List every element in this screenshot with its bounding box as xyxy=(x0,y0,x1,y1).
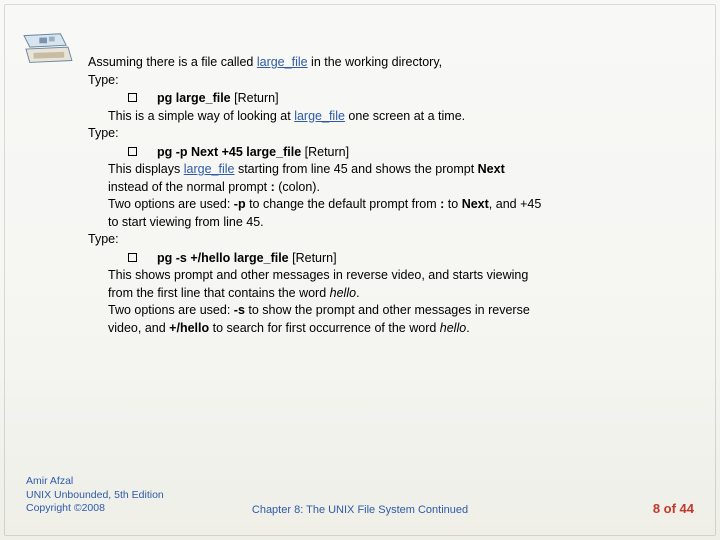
text: pg -s +/hello large_file xyxy=(157,251,289,265)
text: [Return] xyxy=(231,91,279,105)
text: to search for first occurrence of the wo… xyxy=(209,321,440,335)
square-bullet-icon xyxy=(128,253,137,262)
slide-body: Assuming there is a file called large_fi… xyxy=(88,54,690,337)
square-bullet-icon xyxy=(128,93,137,102)
text: Two options are used: xyxy=(108,303,234,317)
command-text: pg large_file [Return] xyxy=(157,90,279,107)
footer-chapter: Chapter 8: The UNIX File System Continue… xyxy=(252,504,468,516)
text: (colon). xyxy=(275,180,320,194)
text: video, and xyxy=(108,321,169,335)
copyright-line: Copyright ©2008 xyxy=(26,502,164,516)
footer-left: Amir Afzal UNIX Unbounded, 5th Edition C… xyxy=(26,475,164,516)
filename-link[interactable]: large_file xyxy=(294,109,345,123)
text: hello xyxy=(330,286,356,300)
command-text: pg -p Next +45 large_file [Return] xyxy=(157,144,349,161)
command-text: pg -s +/hello large_file [Return] xyxy=(157,250,337,267)
square-bullet-icon xyxy=(128,147,137,156)
desc-line: instead of the normal prompt : (colon). xyxy=(108,179,690,196)
page-number: 8 of 44 xyxy=(653,501,694,516)
text: This is a simple way of looking at xyxy=(108,109,294,123)
text: Assuming there is a file called xyxy=(88,55,257,69)
text: instead of the normal prompt xyxy=(108,180,271,194)
command-row: pg -s +/hello large_file [Return] xyxy=(128,249,690,268)
command-row: pg -p Next +45 large_file [Return] xyxy=(128,143,690,162)
text: This displays xyxy=(108,162,184,176)
desc-line: Two options are used: -s to show the pro… xyxy=(108,302,690,319)
text: starting from line 45 and shows the prom… xyxy=(234,162,477,176)
text: , and +45 xyxy=(489,197,541,211)
desc-line: This is a simple way of looking at large… xyxy=(108,108,690,125)
command-row: pg large_file [Return] xyxy=(128,89,690,108)
text: pg large_file xyxy=(157,91,231,105)
text: . xyxy=(356,286,359,300)
type-label: Type: xyxy=(88,72,690,89)
desc-line: This displays large_file starting from l… xyxy=(108,161,690,178)
text: Next xyxy=(478,162,505,176)
desc-line: to start viewing from line 45. xyxy=(108,214,690,231)
type-label: Type: xyxy=(88,231,690,248)
text: pg -p Next +45 large_file xyxy=(157,145,301,159)
text: [Return] xyxy=(289,251,337,265)
book-line: UNIX Unbounded, 5th Edition xyxy=(26,489,164,503)
text: +/hello xyxy=(169,321,209,335)
intro-line: Assuming there is a file called large_fi… xyxy=(88,54,690,71)
desc-line: This shows prompt and other messages in … xyxy=(108,267,690,284)
text: to xyxy=(444,197,461,211)
text: to show the prompt and other messages in… xyxy=(245,303,530,317)
text: -p xyxy=(234,197,246,211)
desc-line: Two options are used: -p to change the d… xyxy=(108,196,690,213)
text: to change the default prompt from xyxy=(246,197,441,211)
text: in the working directory, xyxy=(308,55,443,69)
text: [Return] xyxy=(301,145,349,159)
text: -s xyxy=(234,303,245,317)
text: hello xyxy=(440,321,466,335)
text: one screen at a time. xyxy=(345,109,465,123)
text: Next xyxy=(462,197,489,211)
text: from the first line that contains the wo… xyxy=(108,286,330,300)
desc-line: video, and +/hello to search for first o… xyxy=(108,320,690,337)
text: . xyxy=(466,321,469,335)
slide-footer: Amir Afzal UNIX Unbounded, 5th Edition C… xyxy=(26,475,694,516)
text: Two options are used: xyxy=(108,197,234,211)
author-line: Amir Afzal xyxy=(26,475,164,489)
type-label: Type: xyxy=(88,125,690,142)
desc-line: from the first line that contains the wo… xyxy=(108,285,690,302)
slide-logo xyxy=(18,28,76,72)
filename-link[interactable]: large_file xyxy=(184,162,235,176)
filename-link[interactable]: large_file xyxy=(257,55,308,69)
